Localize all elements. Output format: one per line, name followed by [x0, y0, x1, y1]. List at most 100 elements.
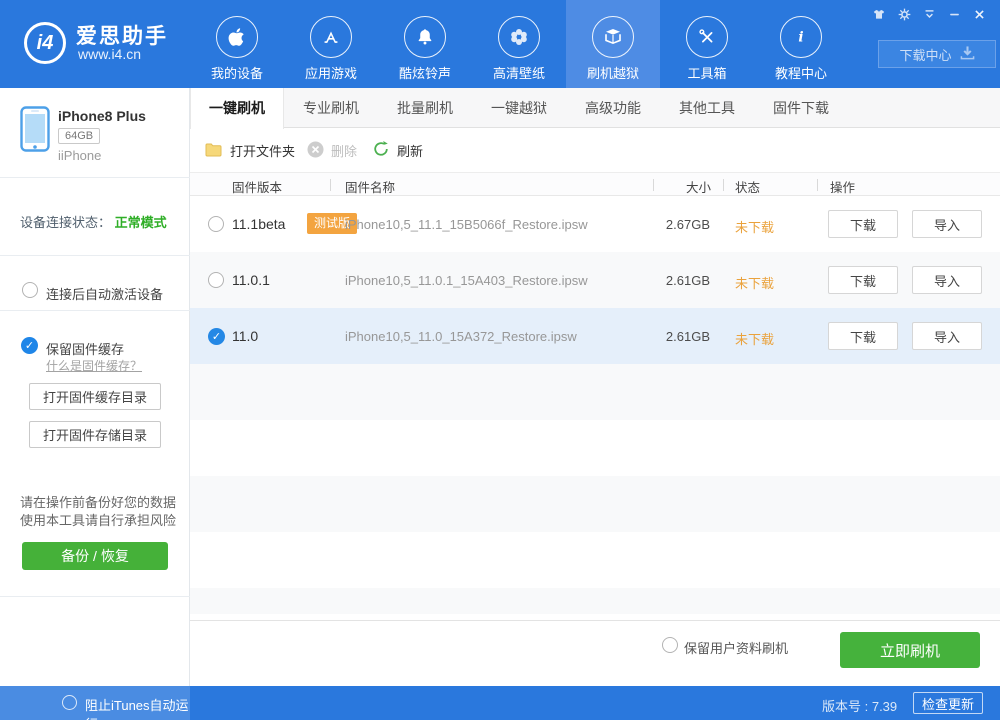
tab-one-click-jailbreak[interactable]: 一键越狱 [472, 88, 566, 129]
tab-pro-flash[interactable]: 专业刷机 [284, 88, 378, 129]
tab-batch-flash[interactable]: 批量刷机 [378, 88, 472, 129]
tab-one-click-flash[interactable]: 一键刷机 [190, 88, 284, 129]
table-row-selected[interactable]: ✓ 11.0 iPhone10,5_11.0_15A372_Restore.ip… [190, 308, 1000, 364]
keep-cache-label: 保留固件缓存 [46, 339, 124, 358]
firmware-file-name: iPhone10,5_11.1_15B5066f_Restore.ipsw [345, 217, 588, 232]
nav-item-flash-jailbreak[interactable]: 刷机越狱 [566, 0, 660, 88]
import-button[interactable]: 导入 [912, 266, 982, 294]
open-folder-label: 打开文件夹 [230, 141, 295, 160]
table-row[interactable]: 11.1beta 测试版 iPhone10,5_11.1_15B5066f_Re… [190, 196, 1000, 252]
app-window: i4 爱思助手 www.i4.cn 我的设备 应用游戏 酷炫铃声 [0, 0, 1000, 720]
nav-item-wallpapers[interactable]: 高清壁纸 [472, 0, 566, 88]
auto-activate-radio[interactable] [22, 282, 38, 298]
connection-status-value: 正常模式 [115, 215, 167, 230]
device-name: iPhone8 Plus [58, 108, 146, 124]
status-bar: 阻止iTunes自动运行 版本号 : 7.39 检查更新 [0, 686, 1000, 720]
tab-advanced[interactable]: 高级功能 [566, 88, 660, 129]
block-itunes-label: 阻止iTunes自动运行 [85, 695, 190, 720]
warning-line-2: 使用本工具请自行承担风险 [20, 510, 180, 529]
minimize-to-tray-icon[interactable] [922, 7, 936, 21]
empty-row [190, 588, 1000, 614]
nav-item-tutorials[interactable]: i 教程中心 [754, 0, 848, 88]
table-row[interactable]: 11.0.1 iPhone10,5_11.0.1_15A403_Restore.… [190, 252, 1000, 308]
window-controls [872, 7, 986, 21]
empty-row [190, 364, 1000, 420]
firmware-file-name: iPhone10,5_11.0.1_15A403_Restore.ipsw [345, 273, 588, 288]
delete-button[interactable]: 删除 [307, 129, 357, 172]
minimize-icon[interactable] [947, 7, 961, 21]
skin-icon[interactable] [872, 7, 886, 21]
wallpaper-icon [498, 16, 540, 58]
divider [723, 179, 724, 191]
import-button[interactable]: 导入 [912, 322, 982, 350]
nav-label: 高清壁纸 [493, 63, 545, 82]
col-size: 大小 [686, 177, 711, 196]
firmware-size: 2.61GB [630, 329, 710, 344]
nav-label: 我的设备 [211, 63, 263, 82]
nav-item-my-devices[interactable]: 我的设备 [190, 0, 284, 88]
firmware-select-radio[interactable] [208, 216, 224, 232]
open-cache-dir-button[interactable]: 打开固件缓存目录 [29, 383, 161, 410]
tab-firmware-download[interactable]: 固件下载 [754, 88, 848, 129]
col-status: 状态 [735, 177, 760, 196]
toolbar: 打开文件夹 删除 刷新 [190, 129, 1000, 172]
import-button[interactable]: 导入 [912, 210, 982, 238]
nav-item-ringtones[interactable]: 酷炫铃声 [378, 0, 472, 88]
divider [0, 255, 190, 256]
download-status: 未下载 [735, 329, 774, 348]
backup-restore-button[interactable]: 备份 / 恢复 [22, 542, 168, 570]
divider [817, 179, 818, 191]
divider [0, 596, 190, 597]
close-icon[interactable] [972, 7, 986, 21]
divider [653, 179, 654, 191]
svg-text:i: i [798, 30, 803, 46]
firmware-version: 11.1beta [232, 216, 285, 232]
download-button[interactable]: 下载 [828, 266, 898, 294]
divider [0, 310, 190, 311]
cache-help-link[interactable]: 什么是固件缓存？ [46, 357, 142, 374]
appstore-icon [310, 16, 352, 58]
settings-gear-icon[interactable] [897, 7, 911, 21]
download-button[interactable]: 下载 [828, 322, 898, 350]
delete-icon [307, 141, 324, 161]
open-storage-dir-button[interactable]: 打开固件存储目录 [29, 421, 161, 448]
delete-label: 删除 [331, 141, 357, 160]
firmware-size: 2.61GB [630, 273, 710, 288]
apple-icon [216, 16, 258, 58]
flash-now-button[interactable]: 立即刷机 [840, 632, 980, 668]
toolbox-icon [686, 16, 728, 58]
check-update-button[interactable]: 检查更新 [913, 692, 983, 714]
bell-icon [404, 16, 446, 58]
nav-label: 酷炫铃声 [399, 63, 451, 82]
table-header: 固件版本 固件名称 大小 状态 操作 [190, 172, 1000, 196]
keep-user-data-radio[interactable] [662, 637, 678, 653]
firmware-file-name: iPhone10,5_11.0_15A372_Restore.ipsw [345, 329, 577, 344]
main-panel: 一键刷机 专业刷机 批量刷机 一键越狱 高级功能 其他工具 固件下载 打开文件夹… [190, 88, 1000, 686]
download-button[interactable]: 下载 [828, 210, 898, 238]
col-actions: 操作 [830, 177, 855, 196]
download-status: 未下载 [735, 217, 774, 236]
download-center-button[interactable]: 下载中心 [878, 40, 996, 68]
nav-item-apps-games[interactable]: 应用游戏 [284, 0, 378, 88]
refresh-icon [372, 140, 390, 161]
keep-cache-checkbox[interactable]: ✓ [21, 337, 38, 354]
status-bar-left: 阻止iTunes自动运行 [0, 686, 190, 720]
nav-label: 刷机越狱 [587, 63, 639, 82]
empty-row [190, 476, 1000, 532]
connection-status-label: 设备连接状态： [20, 215, 111, 230]
device-alias: iiPhone [58, 148, 101, 163]
firmware-select-radio-checked[interactable]: ✓ [208, 328, 225, 345]
app-header: i4 爱思助手 www.i4.cn 我的设备 应用游戏 酷炫铃声 [0, 0, 1000, 88]
refresh-button[interactable]: 刷新 [372, 129, 423, 172]
info-icon: i [780, 16, 822, 58]
firmware-select-radio[interactable] [208, 272, 224, 288]
block-itunes-radio[interactable] [62, 695, 77, 710]
nav-label: 教程中心 [775, 63, 827, 82]
auto-activate-label: 连接后自动激活设备 [46, 284, 163, 303]
tab-other-tools[interactable]: 其他工具 [660, 88, 754, 129]
firmware-version: 11.0 [232, 328, 258, 344]
nav-item-toolbox[interactable]: 工具箱 [660, 0, 754, 88]
folder-icon [205, 142, 223, 160]
refresh-label: 刷新 [397, 141, 423, 160]
open-folder-button[interactable]: 打开文件夹 [205, 129, 295, 172]
